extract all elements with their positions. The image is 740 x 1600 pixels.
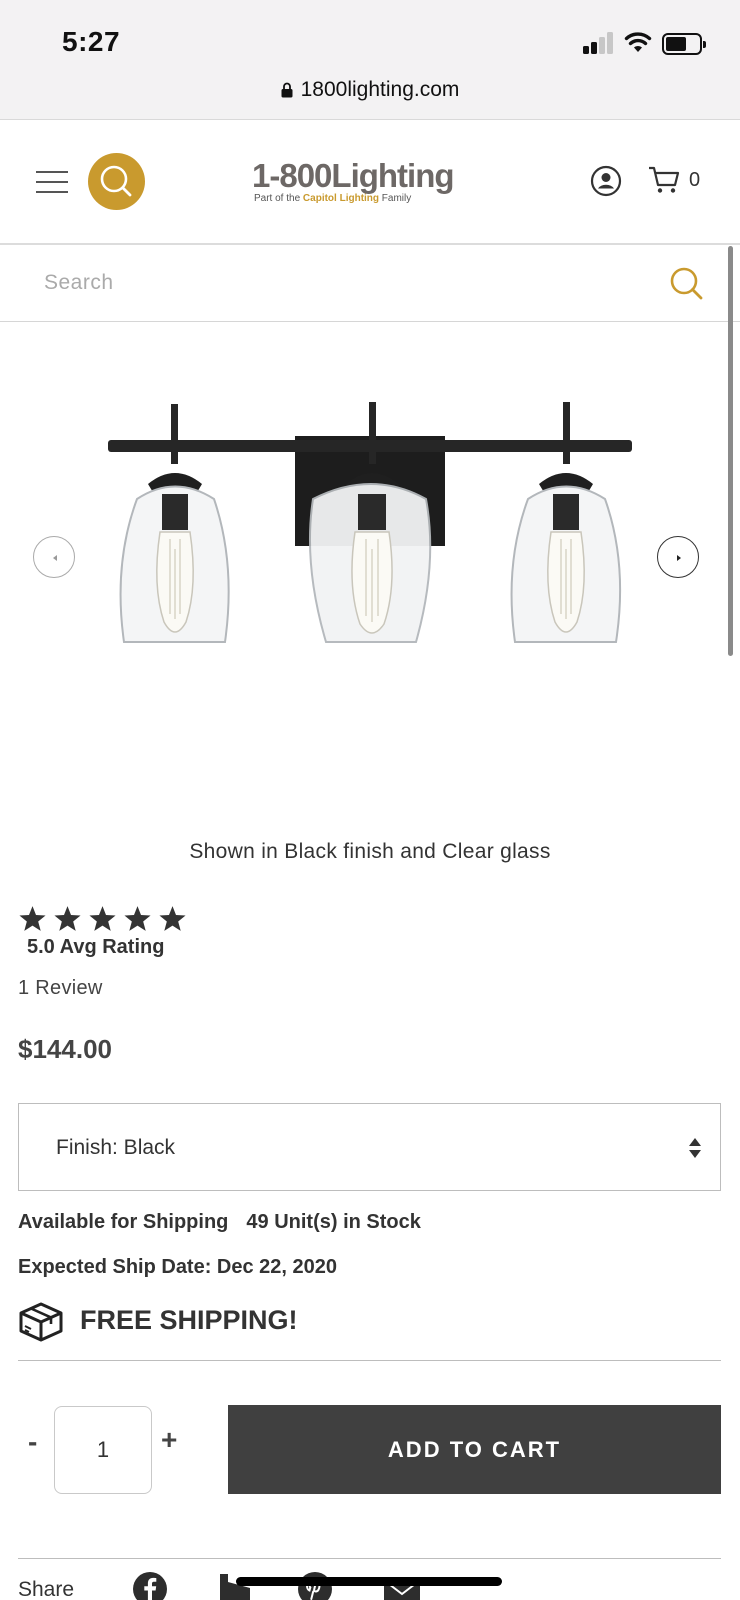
- star-icon: [159, 906, 186, 931]
- avg-rating-text: 5.0 Avg Rating: [27, 936, 165, 958]
- wifi-icon: [624, 32, 652, 52]
- glass-shade-center: [308, 473, 432, 643]
- review-count-link[interactable]: 1 Review: [18, 977, 103, 1000]
- logo-sub-brand: Capitol Lighting: [302, 193, 380, 204]
- logo-text-lighting: Lighting: [331, 157, 454, 194]
- next-image-button[interactable]: [657, 536, 699, 578]
- site-logo[interactable]: 1-800Lighting Part of the Capitol Lighti…: [252, 159, 482, 209]
- cart-icon[interactable]: [648, 165, 680, 195]
- divider: [18, 1360, 721, 1361]
- package-icon: [19, 1302, 63, 1342]
- image-caption: Shown in Black finish and Clear glass: [189, 840, 551, 863]
- logo-text-number: 1-800: [252, 157, 332, 194]
- search-icon: [100, 165, 132, 197]
- url-text: 1800lighting.com: [300, 78, 460, 101]
- cart-count[interactable]: 0: [689, 169, 700, 192]
- product-image-gallery: [0, 324, 740, 794]
- divider: [18, 1558, 721, 1559]
- expected-ship-date: Expected Ship Date: Dec 22, 2020: [18, 1256, 338, 1278]
- menu-icon[interactable]: [36, 171, 68, 193]
- finish-select[interactable]: Finish: Black: [18, 1103, 721, 1191]
- home-indicator: [236, 1577, 502, 1586]
- product-price: $144.00: [18, 1034, 112, 1064]
- product-image: [108, 402, 632, 643]
- battery-icon: [662, 33, 706, 55]
- stock-count: 49 Unit(s) in Stock: [246, 1211, 421, 1233]
- star-icon: [89, 906, 116, 931]
- add-to-cart-button[interactable]: ADD TO CART: [228, 1405, 721, 1494]
- account-icon[interactable]: [590, 165, 622, 197]
- free-shipping-text: FREE SHIPPING!: [80, 1305, 298, 1335]
- search-toggle-button[interactable]: [88, 153, 145, 210]
- star-icon: [124, 906, 151, 931]
- availability-status: Available for Shipping 49 Unit(s) in Stoc…: [18, 1211, 421, 1234]
- address-bar[interactable]: 1800lighting.com: [0, 78, 740, 102]
- glass-shade-left: [119, 473, 230, 643]
- site-header: 1-800Lighting Part of the Capitol Lighti…: [0, 121, 740, 245]
- browser-status-bar: 5:27 1800lighting.com: [0, 0, 740, 120]
- facebook-icon[interactable]: [133, 1572, 167, 1600]
- logo-sub-suffix: Family: [381, 193, 412, 204]
- caret-left-icon: [53, 555, 57, 561]
- search-submit-icon[interactable]: [669, 266, 705, 302]
- star-icon: [54, 906, 81, 931]
- finish-select-value: Finish: Black: [56, 1136, 176, 1159]
- quantity-input[interactable]: [55, 1407, 151, 1493]
- select-arrows-icon: [689, 1138, 701, 1158]
- quantity-increase-button[interactable]: +: [161, 1424, 177, 1456]
- previous-image-button[interactable]: [33, 536, 75, 578]
- search-bar: [0, 246, 740, 322]
- availability-text: Available for Shipping: [18, 1211, 229, 1233]
- lock-icon: [281, 82, 293, 98]
- quantity-decrease-button[interactable]: -: [28, 1426, 37, 1458]
- cellular-signal-icon: [583, 32, 617, 54]
- glass-shade-right: [510, 473, 622, 643]
- star-icon: [19, 906, 46, 931]
- logo-sub-prefix: Part of the: [254, 193, 301, 204]
- caret-right-icon: [677, 555, 681, 561]
- share-label: Share: [18, 1578, 75, 1600]
- quantity-field-wrapper: [54, 1406, 152, 1494]
- star-rating[interactable]: [18, 905, 193, 935]
- clock-time: 5:27: [62, 26, 121, 57]
- search-input[interactable]: [0, 246, 660, 320]
